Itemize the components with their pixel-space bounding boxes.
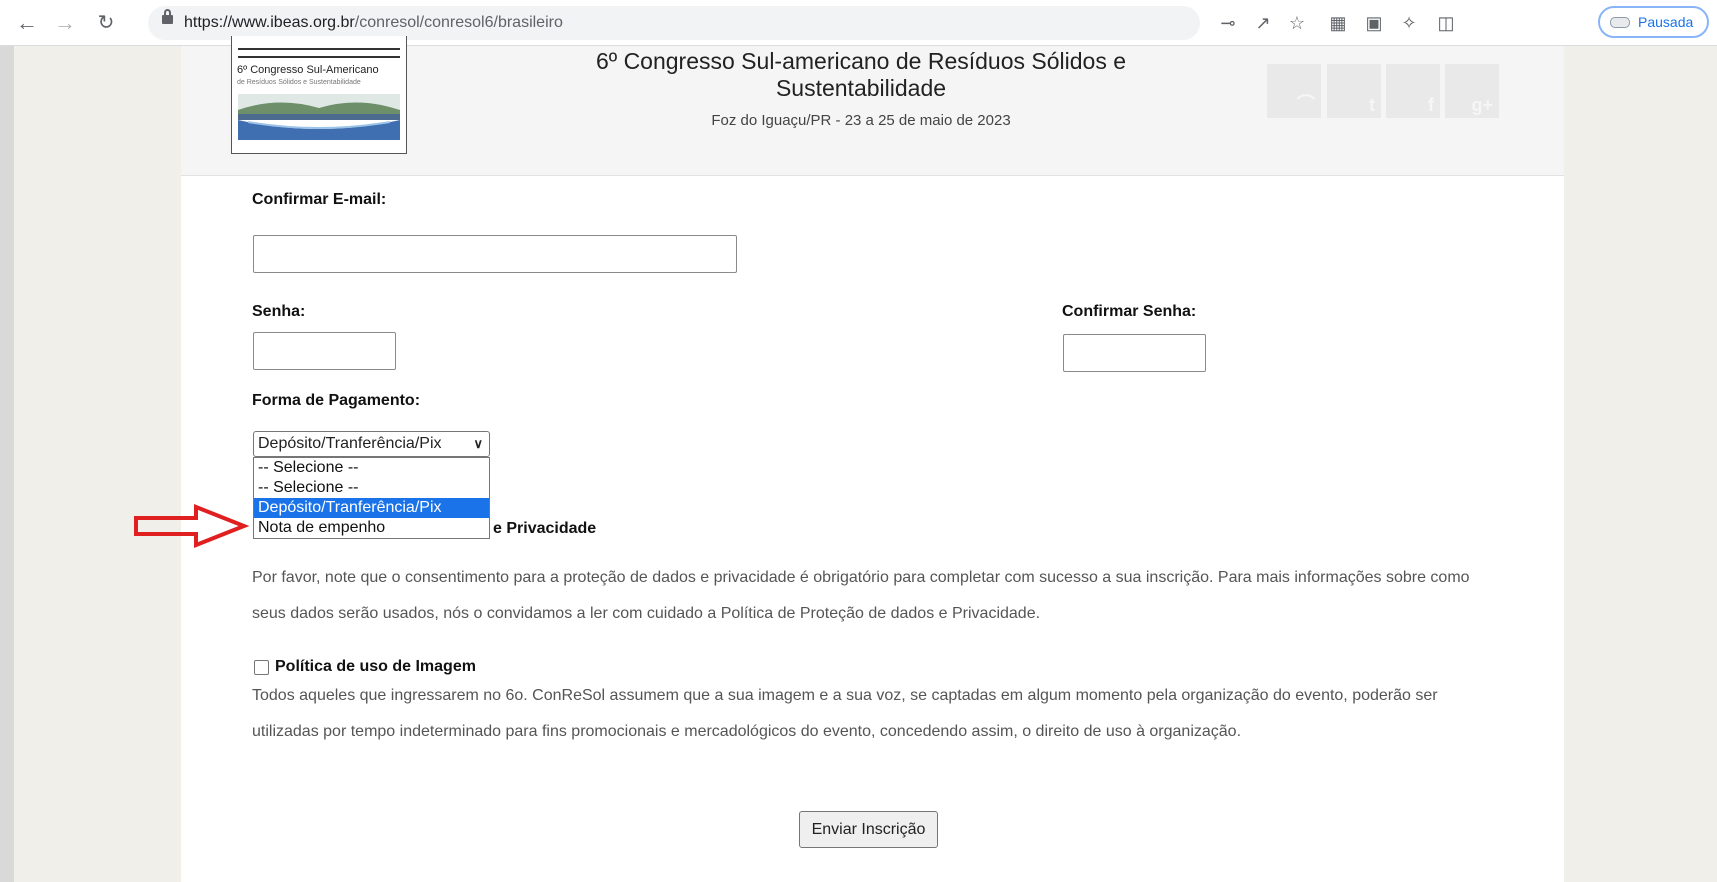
rss-icon[interactable]: ⌒: [1267, 64, 1321, 118]
share-icon[interactable]: ↗: [1249, 8, 1277, 38]
picture-in-picture-icon[interactable]: ▣: [1360, 8, 1388, 38]
privacy-heading: e Privacidade: [493, 520, 597, 537]
registration-page: 6º Congresso Sul-Americano de Resíduos S…: [181, 36, 1564, 882]
image-policy-checkbox[interactable]: [254, 660, 269, 675]
chevron-down-icon: ∨: [473, 436, 483, 451]
google-plus-icon[interactable]: g+: [1445, 64, 1499, 118]
grid-extension-icon[interactable]: ▦: [1324, 8, 1352, 38]
payment-method-label: Forma de Pagamento:: [252, 392, 421, 409]
annotation-arrow-icon: [134, 504, 250, 548]
side-panel-icon[interactable]: ◫: [1432, 8, 1460, 38]
confirm-password-label: Confirmar Senha:: [1062, 303, 1197, 320]
confirm-email-label: Confirmar E-mail:: [252, 191, 387, 208]
confirm-password-input[interactable]: [1063, 334, 1206, 372]
logo-rule: [238, 48, 400, 50]
image-policy-label[interactable]: Política de uso de Imagem: [275, 658, 476, 676]
payment-method-dropdown: -- Selecione -- -- Selecione -- Depósito…: [253, 457, 490, 539]
star-icon[interactable]: ☆: [1283, 8, 1311, 38]
password-input[interactable]: [253, 332, 396, 370]
reload-icon[interactable]: ↻: [91, 8, 121, 38]
twitter-icon[interactable]: t: [1327, 64, 1381, 118]
back-arrow-icon[interactable]: ←: [12, 8, 42, 38]
lock-icon: [162, 9, 173, 24]
submit-registration-button[interactable]: Enviar Inscrição: [799, 811, 938, 848]
logo-rule: [238, 56, 400, 58]
dropdown-option[interactable]: -- Selecione --: [254, 458, 489, 478]
payment-method-select[interactable]: Depósito/Tranferência/Pix ∨: [253, 431, 490, 457]
profile-status-label: Pausada: [1638, 14, 1694, 30]
profile-paused-button[interactable]: Pausada: [1598, 6, 1709, 38]
congress-logo[interactable]: 6º Congresso Sul-Americano de Resíduos S…: [231, 36, 407, 154]
privacy-text: Por favor, note que o consentimento para…: [252, 569, 1470, 622]
logo-text: 6º Congresso Sul-Americano: [237, 64, 379, 76]
dropdown-option-selected[interactable]: Depósito/Tranferência/Pix: [254, 498, 489, 518]
site-header: 6º Congresso Sul-Americano de Resíduos S…: [181, 36, 1564, 176]
page-left-edge: [0, 46, 14, 882]
password-label: Senha:: [252, 303, 306, 320]
extensions-puzzle-icon[interactable]: ✧: [1395, 8, 1423, 38]
logo-bridge-image: [238, 94, 400, 140]
event-title: 6º Congresso Sul-americano de Resíduos S…: [595, 48, 1127, 101]
dropdown-option[interactable]: Nota de empenho: [254, 518, 489, 538]
event-subtitle: Foz do Iguaçu/PR - 23 a 25 de maio de 20…: [711, 112, 1011, 129]
dropdown-option[interactable]: -- Selecione --: [254, 478, 489, 498]
confirm-email-input[interactable]: [253, 235, 737, 273]
profile-avatar-icon: [1610, 17, 1630, 28]
payment-selected-value: Depósito/Tranferência/Pix: [258, 435, 442, 452]
key-icon[interactable]: ⊸: [1214, 8, 1242, 38]
url-text: https://www.ibeas.org.br/conresol/conres…: [184, 14, 563, 31]
forward-arrow-icon[interactable]: →: [50, 8, 80, 38]
logo-subtext: de Resíduos Sólidos e Sustentabilidade: [237, 79, 361, 86]
image-policy-text: Todos aqueles que ingressarem no 6o. Con…: [252, 687, 1438, 740]
address-bar[interactable]: https://www.ibeas.org.br/conresol/conres…: [148, 6, 1200, 40]
facebook-icon[interactable]: f: [1386, 64, 1440, 118]
